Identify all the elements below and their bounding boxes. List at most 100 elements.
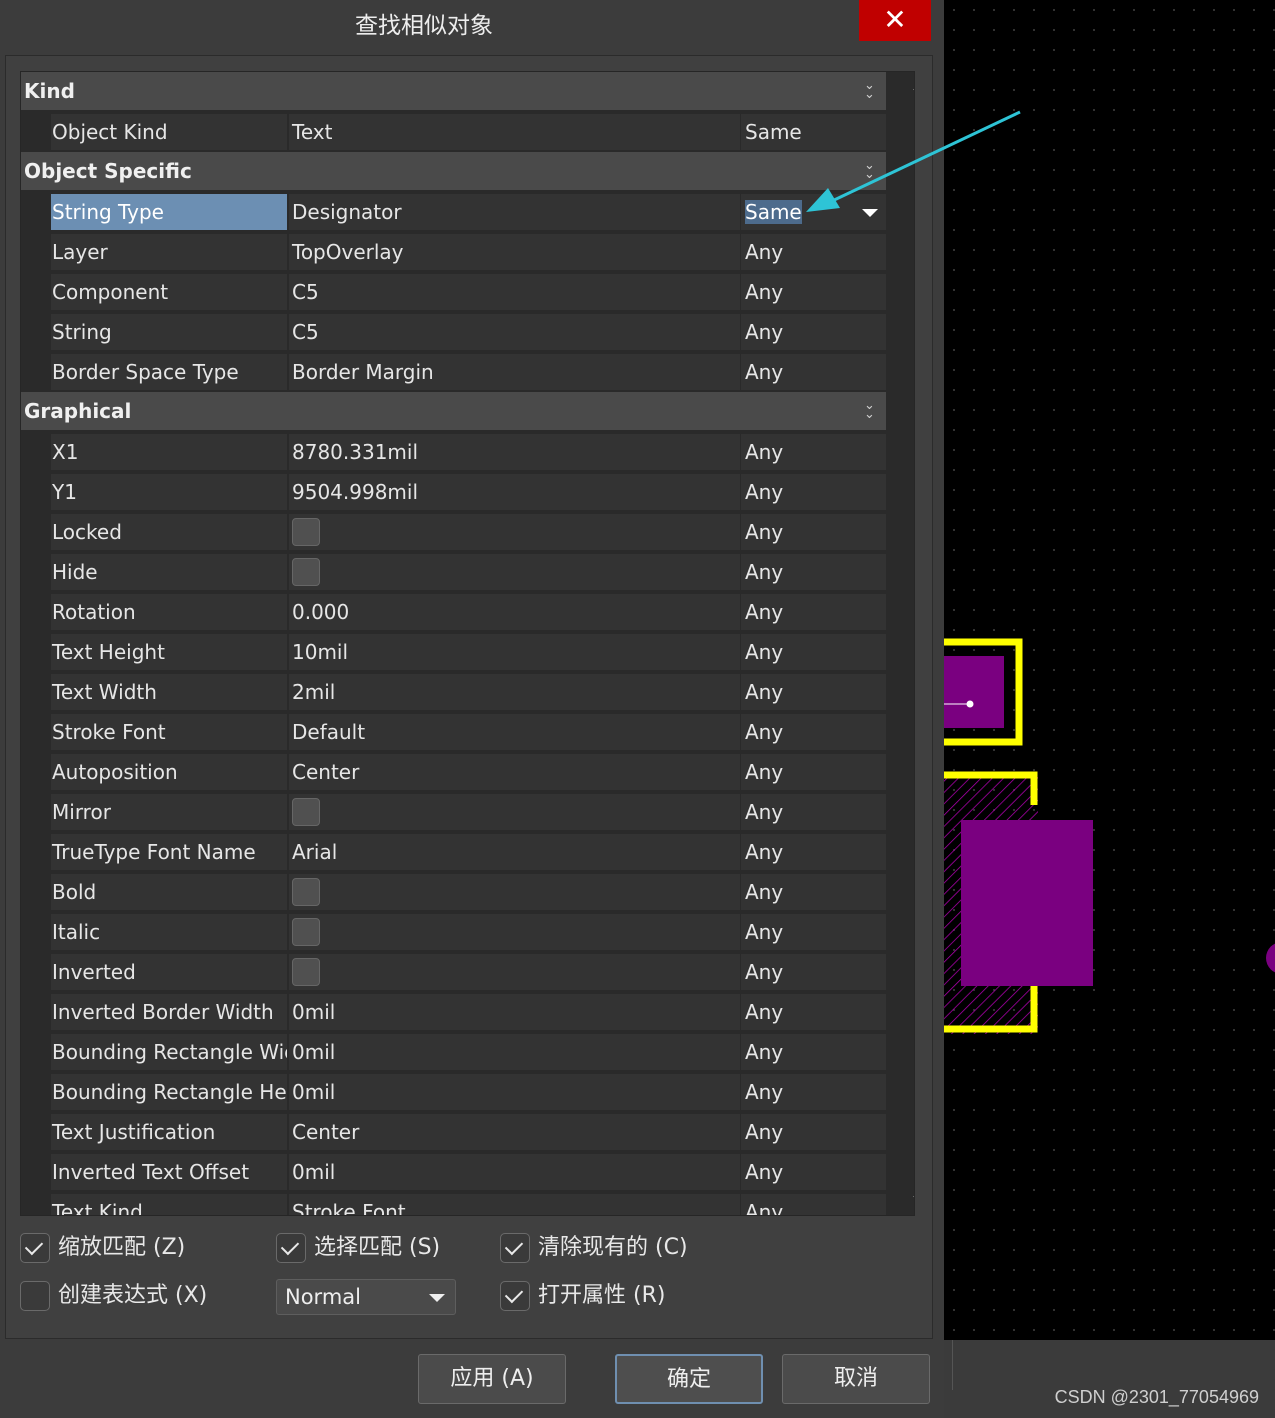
row-hide[interactable]: Hide Any <box>21 552 886 592</box>
property-value: 0mil <box>289 1034 740 1070</box>
property-grid[interactable]: Kind ⌄ ⌄ Object Kind Text Same Object Spe… <box>20 71 915 1216</box>
match-mode[interactable]: Any <box>741 1114 886 1150</box>
row-truetype-font-name[interactable]: TrueType Font Name Arial Any <box>21 832 886 872</box>
match-mode[interactable]: Any <box>741 1194 886 1215</box>
match-mode-dropdown[interactable]: Same <box>741 194 886 230</box>
row-bold[interactable]: Bold Any <box>21 872 886 912</box>
match-mode[interactable]: Any <box>741 514 886 550</box>
row-rotation[interactable]: Rotation 0.000 Any <box>21 592 886 632</box>
row-y1[interactable]: Y1 9504.998mil Any <box>21 472 886 512</box>
scroll-up-icon[interactable] <box>913 83 914 90</box>
create-expression-checkbox[interactable] <box>20 1281 50 1311</box>
property-name: Text Height <box>51 634 287 670</box>
match-mode[interactable]: Any <box>741 954 886 990</box>
property-name: X1 <box>51 434 287 470</box>
match-mode[interactable]: Any <box>741 714 886 750</box>
row-text-width[interactable]: Text Width 2mil Any <box>21 672 886 712</box>
row-string[interactable]: String C5 Any <box>21 312 886 352</box>
property-value: 0.000 <box>289 594 740 630</box>
pcb-pad-lower <box>961 820 1093 986</box>
clear-existing-checkbox[interactable] <box>500 1233 530 1263</box>
row-stroke-font[interactable]: Stroke Font Default Any <box>21 712 886 752</box>
match-mode[interactable]: Any <box>741 754 886 790</box>
collapse-chevron-icon[interactable]: ⌄ ⌄ <box>864 399 878 421</box>
italic-checkbox[interactable] <box>292 918 320 946</box>
property-name: Autoposition <box>51 754 287 790</box>
match-mode[interactable]: Any <box>741 1034 886 1070</box>
row-mirror[interactable]: Mirror Any <box>21 792 886 832</box>
row-italic[interactable]: Italic Any <box>21 912 886 952</box>
open-properties-checkbox[interactable] <box>500 1281 530 1311</box>
property-name: Rotation <box>51 594 287 630</box>
mask-mode-select[interactable]: Normal <box>276 1279 456 1315</box>
property-name: Mirror <box>51 794 287 830</box>
match-mode[interactable]: Any <box>741 554 886 590</box>
close-button[interactable]: ✕ <box>859 0 931 41</box>
match-mode[interactable]: Any <box>741 474 886 510</box>
row-inverted-text-offset[interactable]: Inverted Text Offset 0mil Any <box>21 1152 886 1192</box>
match-mode[interactable]: Any <box>741 674 886 710</box>
row-text-justification[interactable]: Text Justification Center Any <box>21 1112 886 1152</box>
row-inverted[interactable]: Inverted Any <box>21 952 886 992</box>
match-mode[interactable]: Any <box>741 1074 886 1110</box>
row-text-kind[interactable]: Text Kind Stroke Font Any <box>21 1192 886 1215</box>
match-mode[interactable]: Any <box>741 314 886 350</box>
property-name: Text Width <box>51 674 287 710</box>
scroll-down-icon[interactable] <box>913 1196 914 1203</box>
scrollbar-thumb[interactable] <box>914 100 915 860</box>
cancel-button[interactable]: 取消 <box>782 1354 930 1404</box>
property-value: 2mil <box>289 674 740 710</box>
apply-button[interactable]: 应用 (A) <box>418 1354 566 1404</box>
match-mode-selected: Same <box>745 200 802 224</box>
row-bounding-rect-height[interactable]: Bounding Rectangle Hei 0mil Any <box>21 1072 886 1112</box>
property-value: C5 <box>289 314 740 350</box>
row-component[interactable]: Component C5 Any <box>21 272 886 312</box>
match-mode[interactable]: Any <box>741 914 886 950</box>
row-object-kind[interactable]: Object Kind Text Same <box>21 112 886 152</box>
match-mode[interactable]: Any <box>741 634 886 670</box>
match-mode[interactable]: Any <box>741 354 886 390</box>
category-kind[interactable]: Kind ⌄ ⌄ <box>21 72 886 112</box>
row-string-type[interactable]: String Type Designator Same <box>21 192 886 232</box>
row-locked[interactable]: Locked Any <box>21 512 886 552</box>
property-value: 0mil <box>289 1074 740 1110</box>
dropdown-arrow-icon[interactable] <box>862 209 878 217</box>
zoom-matching-checkbox[interactable] <box>20 1233 50 1263</box>
bold-checkbox[interactable] <box>292 878 320 906</box>
property-value <box>289 794 740 830</box>
match-mode[interactable]: Any <box>741 234 886 270</box>
inverted-checkbox[interactable] <box>292 958 320 986</box>
match-mode[interactable]: Any <box>741 594 886 630</box>
match-mode[interactable]: Any <box>741 274 886 310</box>
row-inverted-border-width[interactable]: Inverted Border Width 0mil Any <box>21 992 886 1032</box>
row-text-height[interactable]: Text Height 10mil Any <box>21 632 886 672</box>
locked-checkbox[interactable] <box>292 518 320 546</box>
match-mode[interactable]: Any <box>741 834 886 870</box>
row-border-space-type[interactable]: Border Space Type Border Margin Any <box>21 352 886 392</box>
row-x1[interactable]: X1 8780.331mil Any <box>21 432 886 472</box>
match-mode[interactable]: Any <box>741 874 886 910</box>
collapse-chevron-icon[interactable]: ⌄ ⌄ <box>864 79 878 101</box>
pcb-canvas[interactable] <box>944 0 1275 1340</box>
match-mode[interactable]: Any <box>741 994 886 1030</box>
collapse-chevron-icon[interactable]: ⌄ ⌄ <box>864 159 878 181</box>
property-name: Bounding Rectangle Wic <box>51 1034 287 1070</box>
ok-button[interactable]: 确定 <box>615 1354 763 1404</box>
match-mode[interactable]: Any <box>741 434 886 470</box>
property-name: Y1 <box>51 474 287 510</box>
title-bar[interactable]: 查找相似对象 ✕ <box>0 0 944 52</box>
match-mode[interactable]: Any <box>741 794 886 830</box>
select-matching-checkbox[interactable] <box>276 1233 306 1263</box>
property-value: 9504.998mil <box>289 474 740 510</box>
row-layer[interactable]: Layer TopOverlay Any <box>21 232 886 272</box>
mirror-checkbox[interactable] <box>292 798 320 826</box>
vertical-scrollbar[interactable] <box>906 72 915 1215</box>
match-mode[interactable]: Same <box>741 114 886 150</box>
match-mode[interactable]: Any <box>741 1154 886 1190</box>
row-bounding-rect-width[interactable]: Bounding Rectangle Wic 0mil Any <box>21 1032 886 1072</box>
category-graphical[interactable]: Graphical ⌄ ⌄ <box>21 392 886 432</box>
hide-checkbox[interactable] <box>292 558 320 586</box>
category-object-specific[interactable]: Object Specific ⌄ ⌄ <box>21 152 886 192</box>
watermark: CSDN @2301_77054969 <box>1054 1387 1259 1407</box>
row-autoposition[interactable]: Autoposition Center Any <box>21 752 886 792</box>
